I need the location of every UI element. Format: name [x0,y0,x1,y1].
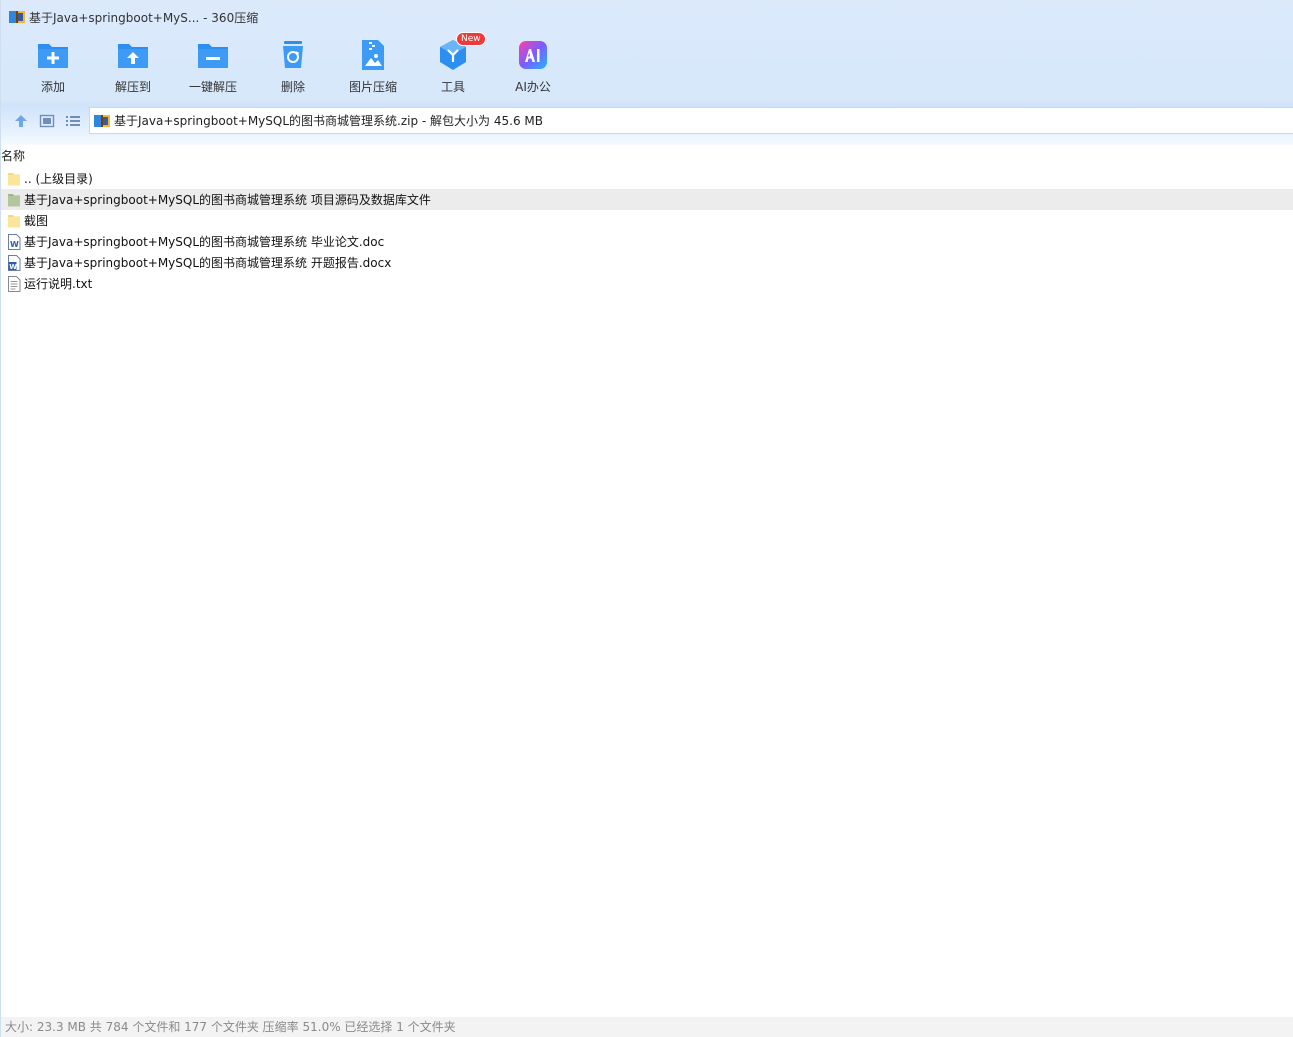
list-item-screenshots-folder[interactable]: 截图 [1,210,1293,231]
tools-button[interactable]: New 工具 [413,32,493,98]
folder-icon [8,214,20,227]
navigation-bar: 基于Java+springboot+MySQL的图书商城管理系统.zip - 解… [1,106,1293,136]
folder-icon [8,172,20,185]
file-list: .. (上级目录) 基于Java+springboot+MySQL的图书商城管理… [1,168,1293,294]
image-compress-icon [362,40,384,70]
word-docx-icon: W [8,254,21,271]
svg-text:W: W [9,263,17,271]
svg-text:W: W [10,240,19,249]
list-item-label: 基于Java+springboot+MySQL的图书商城管理系统 开题报告.do… [24,256,392,270]
path-bar[interactable]: 基于Java+springboot+MySQL的图书商城管理系统.zip - 解… [89,107,1293,134]
list-item-source-folder[interactable]: 基于Java+springboot+MySQL的图书商城管理系统 项目源码及数据… [1,189,1293,210]
list-item-parent-directory[interactable]: .. (上级目录) [1,168,1293,189]
ai-office-icon [519,41,547,69]
extract-to-icon [118,44,148,68]
header-area: 基于Java+springboot+MyS... - 360压缩 添加 解压到 … [1,0,1293,145]
delete-button[interactable]: 删除 [253,38,333,98]
path-text: 基于Java+springboot+MySQL的图书商城管理系统.zip - 解… [114,114,543,128]
list-item-proposal-docx[interactable]: W 基于Java+springboot+MySQL的图书商城管理系统 开题报告.… [1,252,1293,273]
ai-office-label: AI办公 [515,80,551,94]
main-toolbar: 添加 解压到 一键解压 删除 图片压缩 New 工具 AI办公 [13,32,573,98]
thumbnail-view-icon[interactable] [39,113,55,129]
column-header-name[interactable]: 名称 [1,147,25,165]
delete-label: 删除 [280,80,305,94]
add-folder-icon [38,44,68,68]
window-title: 基于Java+springboot+MyS... - 360压缩 [29,10,259,25]
list-item-label: 基于Java+springboot+MySQL的图书商城管理系统 毕业论文.do… [24,235,385,249]
image-compress-label: 图片压缩 [348,80,397,94]
image-compress-button[interactable]: 图片压缩 [333,38,413,98]
title-bar: 基于Java+springboot+MyS... - 360压缩 [9,8,258,26]
list-item-thesis-doc[interactable]: W 基于Java+springboot+MySQL的图书商城管理系统 毕业论文.… [1,231,1293,252]
archive-file-icon [94,114,110,127]
one-click-extract-label: 一键解压 [188,80,237,94]
list-item-label: 截图 [24,214,49,228]
new-badge: New [456,32,486,46]
folder-icon [8,193,20,206]
add-button[interactable]: 添加 [13,38,93,98]
tools-label: 工具 [440,80,465,94]
extract-to-label: 解压到 [114,80,151,94]
text-file-icon [8,275,21,292]
one-click-extract-icon [198,44,228,68]
add-label: 添加 [40,80,65,94]
status-bar: 大小: 23.3 MB 共 784 个文件和 177 个文件夹 压缩率 51.0… [1,1017,1293,1037]
list-item-label: 基于Java+springboot+MySQL的图书商城管理系统 项目源码及数据… [24,193,431,207]
app-window: 基于Java+springboot+MyS... - 360压缩 添加 解压到 … [0,0,1293,1037]
list-item-label: 运行说明.txt [24,277,93,291]
ai-office-button[interactable]: AI办公 [493,38,573,98]
list-item-readme-txt[interactable]: 运行说明.txt [1,273,1293,294]
list-item-label: .. (上级目录) [24,172,93,186]
one-click-extract-button[interactable]: 一键解压 [173,38,253,98]
delete-bin-icon [283,41,303,68]
archive-app-icon [9,11,25,23]
word-doc-icon: W [8,233,21,250]
list-view-icon[interactable] [65,113,81,129]
extract-to-button[interactable]: 解压到 [93,38,173,98]
status-text: 大小: 23.3 MB 共 784 个文件和 177 个文件夹 压缩率 51.0… [5,1020,456,1034]
up-arrow-icon[interactable] [13,113,29,129]
